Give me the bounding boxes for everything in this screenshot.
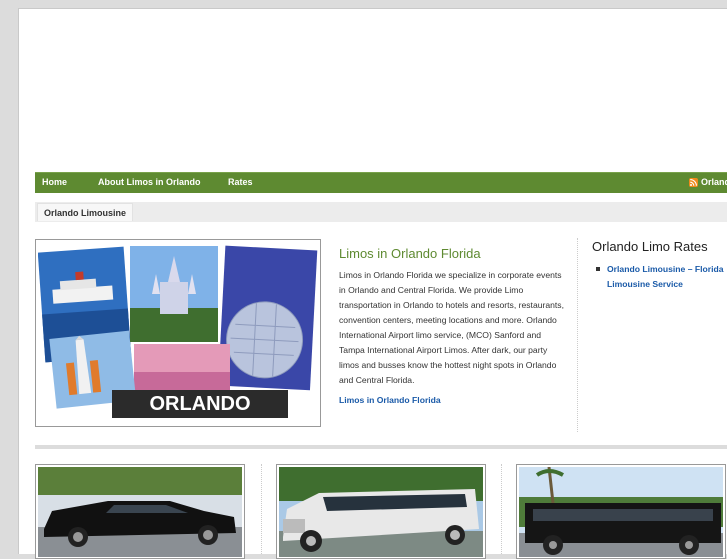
orlando-collage-image[interactable]: ORLANDO <box>35 239 321 427</box>
breadcrumb: Orlando Limousine <box>37 203 134 221</box>
nav-item-home[interactable]: Home <box>42 177 67 187</box>
breadcrumb-bar: Orlando Limousine <box>35 202 727 222</box>
nav-item-rates[interactable]: Rates <box>228 177 253 187</box>
sidebar-title: Orlando Limo Rates <box>592 239 708 254</box>
column-divider <box>577 238 578 432</box>
collage-caption: ORLANDO <box>149 393 250 415</box>
rss-feed-link[interactable]: Orlando <box>689 177 727 187</box>
thumbnail-divider <box>261 464 262 554</box>
article-body: Limos in Orlando Florida we specialize i… <box>339 270 564 385</box>
thumbnail-divider <box>501 464 502 554</box>
rss-label: Orlando <box>701 177 727 187</box>
list-bullet <box>596 267 600 271</box>
article-read-more-link[interactable]: Limos in Orlando Florida <box>339 395 441 405</box>
article-title[interactable]: Limos in Orlando Florida <box>339 246 481 261</box>
main-navbar: Home About Limos in Orlando Rates Orland… <box>35 172 727 193</box>
page: Home About Limos in Orlando Rates Orland… <box>18 8 727 559</box>
nav-item-about[interactable]: About Limos in Orlando <box>98 177 201 187</box>
rss-icon <box>689 177 698 187</box>
sidebar-link-orlando-limousine[interactable]: Orlando Limousine – Florida Limousine Se… <box>607 262 727 292</box>
section-divider <box>35 445 727 449</box>
